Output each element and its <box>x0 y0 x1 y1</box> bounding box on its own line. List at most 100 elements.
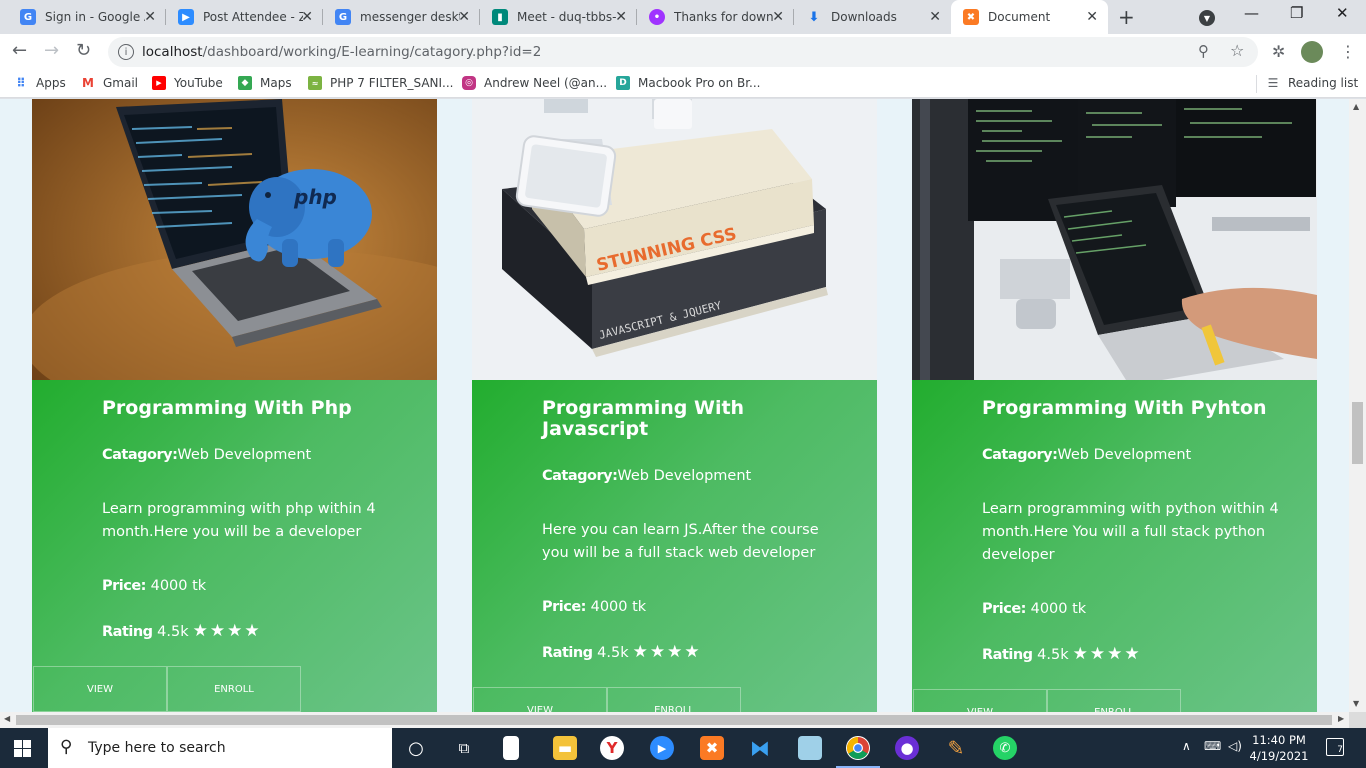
restore-button[interactable]: ❐ <box>1290 4 1303 22</box>
tab-close-icon[interactable]: ✕ <box>929 9 941 25</box>
url-path: /dashboard/working/E-learning/catagory.p… <box>202 44 542 60</box>
scrollbar-corner <box>1349 712 1366 728</box>
category-label: Catagory: <box>542 468 618 484</box>
xampp-icon: ✖ <box>963 9 979 25</box>
new-tab-button[interactable]: + <box>1118 5 1135 29</box>
category-value: Web Development <box>1057 447 1192 463</box>
chrome-icon[interactable] <box>836 736 880 768</box>
xampp-app-icon[interactable]: ✖ <box>700 736 724 760</box>
scroll-right-arrow-icon[interactable]: ▶ <box>1338 714 1344 723</box>
tab-downloads[interactable]: ⬇ Downloads ✕ <box>794 0 951 34</box>
network-icon[interactable]: ⌨ <box>1204 739 1221 753</box>
bookmarks-bar: ⠿ Apps M Gmail ▶ YouTube ◆ Maps ≈ PHP 7 … <box>0 70 1366 98</box>
bookmark-maps[interactable]: ◆ Maps <box>238 76 292 90</box>
minimize-button[interactable]: — <box>1244 4 1259 22</box>
bookmark-apps[interactable]: ⠿ Apps <box>14 76 65 90</box>
profile-avatar[interactable] <box>1301 41 1323 63</box>
tab-close-icon[interactable]: ✕ <box>144 9 156 25</box>
scroll-left-arrow-icon[interactable]: ◀ <box>4 714 10 723</box>
scroll-down-arrow-icon[interactable]: ▼ <box>1353 699 1359 708</box>
enroll-button[interactable]: ENROLL <box>167 666 301 712</box>
instagram-icon: ◎ <box>462 76 476 90</box>
back-button[interactable]: ← <box>12 40 27 61</box>
zoom-app-icon[interactable]: ▶ <box>650 736 674 760</box>
taskbar-search-box[interactable]: ⚲ Type here to search <box>48 728 392 768</box>
rating-stars-icon: ★★★★ <box>632 642 702 662</box>
file-explorer-icon[interactable]: ▬ <box>553 736 577 760</box>
tab-thanks[interactable]: • Thanks for downl ✕ <box>637 0 794 34</box>
chrome-logo-icon <box>847 737 869 759</box>
reload-button[interactable]: ↻ <box>76 40 91 61</box>
bookmark-php-filter[interactable]: ≈ PHP 7 FILTER_SANI... <box>308 76 454 90</box>
course-card-php: php Programming With Php Catagory:Web De… <box>32 99 437 712</box>
enroll-button[interactable]: ENROLL <box>1047 689 1181 712</box>
google-icon: G <box>20 9 36 25</box>
tab-messenger[interactable]: G messenger deskto ✕ <box>323 0 480 34</box>
monitors-illustration <box>912 99 1317 380</box>
tab-close-icon[interactable]: ✕ <box>615 9 627 25</box>
horizontal-scrollbar[interactable]: ◀ ▶ <box>0 712 1349 728</box>
yandex-icon[interactable]: Y <box>600 736 624 760</box>
search-icon: ⚲ <box>60 737 73 757</box>
taskbar-clock[interactable]: 11:40 PM 4/19/2021 <box>1246 732 1312 764</box>
reading-list[interactable]: ☰ Reading list <box>1266 76 1359 90</box>
tab-post-attendee[interactable]: ▶ Post Attendee - Z ✕ <box>166 0 323 34</box>
vertical-scrollbar[interactable]: ▲ ▼ <box>1349 99 1366 712</box>
tab-sign-in[interactable]: G Sign in - Google A ✕ <box>8 0 166 34</box>
view-button[interactable]: VIEW <box>33 666 167 712</box>
course-card-body: Programming With Pyhton Catagory:Web Dev… <box>912 380 1317 712</box>
apps-icon: ⠿ <box>16 76 26 90</box>
rating-stars-icon: ★★★★ <box>1072 644 1142 664</box>
course-rating: Rating 4.5k ★★★★ <box>102 620 402 644</box>
address-bar[interactable]: i localhost/dashboard/working/E-learning… <box>108 37 1258 67</box>
bookmark-star-icon[interactable]: ☆ <box>1230 41 1244 60</box>
search-placeholder: Type here to search <box>88 740 226 756</box>
course-title: Programming With Pyhton <box>982 397 1267 419</box>
category-value: Web Development <box>177 447 312 463</box>
enroll-button[interactable]: ENROLL <box>607 687 741 712</box>
tab-meet[interactable]: ▮ Meet - duq-tbbs- ✕ <box>480 0 637 34</box>
task-view-icon[interactable]: ⧉ <box>452 736 476 760</box>
tab-close-icon[interactable]: ✕ <box>458 9 470 25</box>
course-category: Catagory:Web Development <box>542 465 842 488</box>
bookmark-youtube[interactable]: ▶ YouTube <box>152 76 223 90</box>
forward-button[interactable]: → <box>44 40 59 61</box>
vertical-scroll-thumb[interactable] <box>1352 402 1363 464</box>
view-button[interactable]: VIEW <box>473 687 607 712</box>
sticky-notes-icon[interactable] <box>798 736 822 760</box>
url-text[interactable]: localhost/dashboard/working/E-learning/c… <box>142 44 541 60</box>
volume-icon[interactable]: ◁) <box>1228 739 1242 753</box>
whatsapp-icon[interactable]: ✆ <box>993 736 1017 760</box>
vscode-icon[interactable]: ⧓ <box>748 736 772 760</box>
horizontal-scroll-thumb[interactable] <box>16 715 1332 725</box>
app-icon[interactable]: ● <box>895 736 919 760</box>
google-icon: G <box>335 9 351 25</box>
site-info-icon[interactable]: i <box>118 44 134 60</box>
view-button[interactable]: VIEW <box>913 689 1047 712</box>
bookmark-andrew-neel[interactable]: ◎ Andrew Neel (@an... <box>462 76 607 90</box>
windows-start-icon[interactable] <box>14 740 31 757</box>
cortana-icon[interactable]: ○ <box>404 736 428 760</box>
tab-document[interactable]: ✖ Document ✕ <box>951 0 1108 34</box>
tab-close-icon[interactable]: ✕ <box>772 9 784 25</box>
scroll-up-arrow-icon[interactable]: ▲ <box>1353 102 1359 111</box>
rating-value: 4.5k <box>1037 647 1069 663</box>
price-label: Price: <box>542 599 586 615</box>
bookmark-gmail[interactable]: M Gmail <box>81 76 138 90</box>
notification-center-icon[interactable]: 7 <box>1326 738 1344 756</box>
url-host: localhost <box>142 44 203 60</box>
course-price: Price: 4000 tk <box>542 596 842 619</box>
tab-search-icon[interactable]: ▼ <box>1199 10 1215 26</box>
bookmark-macbook[interactable]: D Macbook Pro on Br... <box>616 76 761 90</box>
close-window-button[interactable]: ✕ <box>1336 4 1349 22</box>
paint-icon[interactable]: ✎ <box>944 736 968 760</box>
course-description: Learn programming with php within 4 mont… <box>102 501 376 540</box>
notepad-icon[interactable] <box>503 736 519 760</box>
extensions-icon[interactable]: ✲ <box>1272 42 1285 61</box>
tab-close-icon[interactable]: ✕ <box>301 9 313 25</box>
tab-close-icon[interactable]: ✕ <box>1086 9 1098 25</box>
menu-icon[interactable]: ⋮ <box>1340 42 1356 61</box>
zoom-icon[interactable]: ⚲ <box>1198 42 1209 60</box>
show-hidden-icons[interactable]: ∧ <box>1182 739 1191 753</box>
doc-icon: D <box>616 76 630 90</box>
